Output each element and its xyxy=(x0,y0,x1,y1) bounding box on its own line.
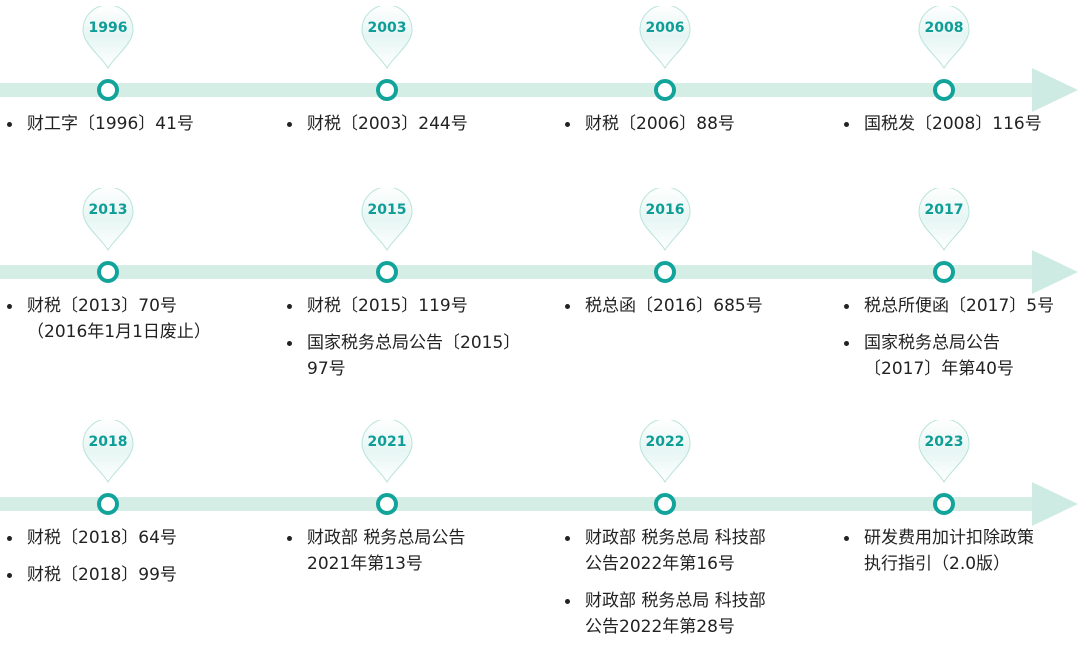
policy-doc-text: 财政部 税务总局 科技部 xyxy=(585,528,766,548)
policy-doc-list: 研发费用加计扣除政策 执行指引（2.0版） xyxy=(842,525,1080,588)
policy-doc-list: 财税〔2006〕88号 xyxy=(563,111,808,148)
policy-doc-list: 财税〔2003〕244号 xyxy=(285,111,530,148)
policy-doc-text: （2016年1月1日废止） xyxy=(27,322,211,342)
policy-doc-list: 财工字〔1996〕41号 xyxy=(5,111,250,148)
timeline-node xyxy=(376,79,398,101)
map-pin-icon: 2022 xyxy=(638,420,692,484)
map-pin-icon: 2013 xyxy=(81,188,135,252)
policy-doc-text: 财税〔2013〕70号 xyxy=(27,296,177,316)
policy-doc-list: 财税〔2013〕70号 （2016年1月1日废止） xyxy=(5,293,250,356)
timeline-bar xyxy=(0,497,1036,511)
map-pin-icon: 1996 xyxy=(81,6,135,70)
policy-doc-list: 国税发〔2008〕116号 xyxy=(842,111,1080,148)
timeline-node xyxy=(376,261,398,283)
policy-doc-text: 财税〔2003〕244号 xyxy=(307,114,468,134)
map-pin-icon: 2003 xyxy=(360,6,414,70)
policy-doc-text: 公告2022年第28号 xyxy=(585,617,735,637)
policy-doc-item: 国家税务总局公告〔2015〕 97号 xyxy=(285,330,530,382)
year-label: 2006 xyxy=(645,20,685,36)
policy-doc-text: 财税〔2018〕99号 xyxy=(27,565,177,585)
policy-doc-text: 国家税务总局公告 xyxy=(864,333,1000,353)
timeline-node xyxy=(933,79,955,101)
policy-doc-item: 国家税务总局公告 〔2017〕年第40号 xyxy=(842,330,1080,382)
policy-doc-text: 财工字〔1996〕41号 xyxy=(27,114,194,134)
timeline-node xyxy=(97,79,119,101)
timeline-node xyxy=(376,493,398,515)
policy-doc-text: 财税〔2015〕119号 xyxy=(307,296,468,316)
policy-doc-text: 执行指引（2.0版） xyxy=(864,554,1011,574)
policy-doc-text: 〔2017〕年第40号 xyxy=(864,359,1014,379)
policy-doc-item: 国税发〔2008〕116号 xyxy=(842,111,1080,137)
year-label: 2016 xyxy=(645,202,685,218)
year-label: 2023 xyxy=(924,434,964,450)
policy-doc-item: 财政部 税务总局公告 2021年第13号 xyxy=(285,525,530,577)
map-pin-icon: 2023 xyxy=(917,420,971,484)
year-label: 2013 xyxy=(88,202,128,218)
policy-doc-list: 税总函〔2016〕685号 xyxy=(563,293,808,330)
year-label: 2018 xyxy=(88,434,128,450)
policy-doc-item: 财税〔2015〕119号 xyxy=(285,293,530,319)
year-label: 2003 xyxy=(367,20,407,36)
map-pin-icon: 2006 xyxy=(638,6,692,70)
year-label: 2021 xyxy=(367,434,407,450)
timeline-node xyxy=(97,261,119,283)
map-pin-icon: 2018 xyxy=(81,420,135,484)
map-pin-icon: 2008 xyxy=(917,6,971,70)
map-pin-icon: 2021 xyxy=(360,420,414,484)
policy-doc-item: 研发费用加计扣除政策 执行指引（2.0版） xyxy=(842,525,1080,577)
policy-doc-text: 研发费用加计扣除政策 xyxy=(864,528,1034,548)
arrow-head-icon xyxy=(1032,482,1078,526)
timeline-bar xyxy=(0,265,1036,279)
policy-doc-text: 财税〔2006〕88号 xyxy=(585,114,735,134)
policy-doc-text: 财政部 税务总局公告 xyxy=(307,528,466,548)
map-pin-icon: 2015 xyxy=(360,188,414,252)
policy-doc-item: 财工字〔1996〕41号 xyxy=(5,111,250,137)
policy-doc-item: 税总函〔2016〕685号 xyxy=(563,293,808,319)
policy-doc-list: 财税〔2018〕64号 财税〔2018〕99号 xyxy=(5,525,250,599)
year-label: 2022 xyxy=(645,434,685,450)
policy-doc-text: 财政部 税务总局 科技部 xyxy=(585,591,766,611)
policy-doc-item: 财政部 税务总局 科技部 公告2022年第16号 xyxy=(563,525,808,577)
policy-doc-item: 财税〔2003〕244号 xyxy=(285,111,530,137)
policy-doc-text: 2021年第13号 xyxy=(307,554,423,574)
timeline-node xyxy=(654,261,676,283)
timeline-node xyxy=(654,493,676,515)
policy-doc-list: 财政部 税务总局 科技部 公告2022年第16号 财政部 税务总局 科技部 公告202… xyxy=(563,525,808,651)
policy-doc-list: 财税〔2015〕119号国家税务总局公告〔2015〕 97号 xyxy=(285,293,530,393)
year-label: 2015 xyxy=(367,202,407,218)
year-label: 2008 xyxy=(924,20,964,36)
year-label: 1996 xyxy=(88,20,128,36)
timeline-node xyxy=(97,493,119,515)
policy-doc-item: 财政部 税务总局 科技部 公告2022年第28号 xyxy=(563,588,808,640)
policy-doc-list: 税总所便函〔2017〕5号 国家税务总局公告 〔2017〕年第40号 xyxy=(842,293,1080,393)
policy-doc-item: 财税〔2018〕99号 xyxy=(5,562,250,588)
policy-doc-item: 财税〔2013〕70号 （2016年1月1日废止） xyxy=(5,293,250,345)
policy-doc-text: 税总函〔2016〕685号 xyxy=(585,296,763,316)
policy-doc-text: 国家税务总局公告〔2015〕 xyxy=(307,333,521,353)
policy-doc-text: 公告2022年第16号 xyxy=(585,554,735,574)
arrow-head-icon xyxy=(1032,250,1078,294)
policy-doc-text: 税总所便函〔2017〕5号 xyxy=(864,296,1055,316)
policy-doc-text: 国税发〔2008〕116号 xyxy=(864,114,1042,134)
timeline-bar xyxy=(0,83,1036,97)
timeline-node xyxy=(933,493,955,515)
policy-doc-item: 财税〔2006〕88号 xyxy=(563,111,808,137)
arrow-head-icon xyxy=(1032,68,1078,112)
year-label: 2017 xyxy=(924,202,964,218)
policy-doc-item: 税总所便函〔2017〕5号 xyxy=(842,293,1080,319)
map-pin-icon: 2016 xyxy=(638,188,692,252)
policy-doc-item: 财税〔2018〕64号 xyxy=(5,525,250,551)
timeline-node xyxy=(933,261,955,283)
policy-doc-text: 97号 xyxy=(307,359,346,379)
policy-doc-list: 财政部 税务总局公告 2021年第13号 xyxy=(285,525,530,588)
timeline-node xyxy=(654,79,676,101)
policy-doc-text: 财税〔2018〕64号 xyxy=(27,528,177,548)
map-pin-icon: 2017 xyxy=(917,188,971,252)
